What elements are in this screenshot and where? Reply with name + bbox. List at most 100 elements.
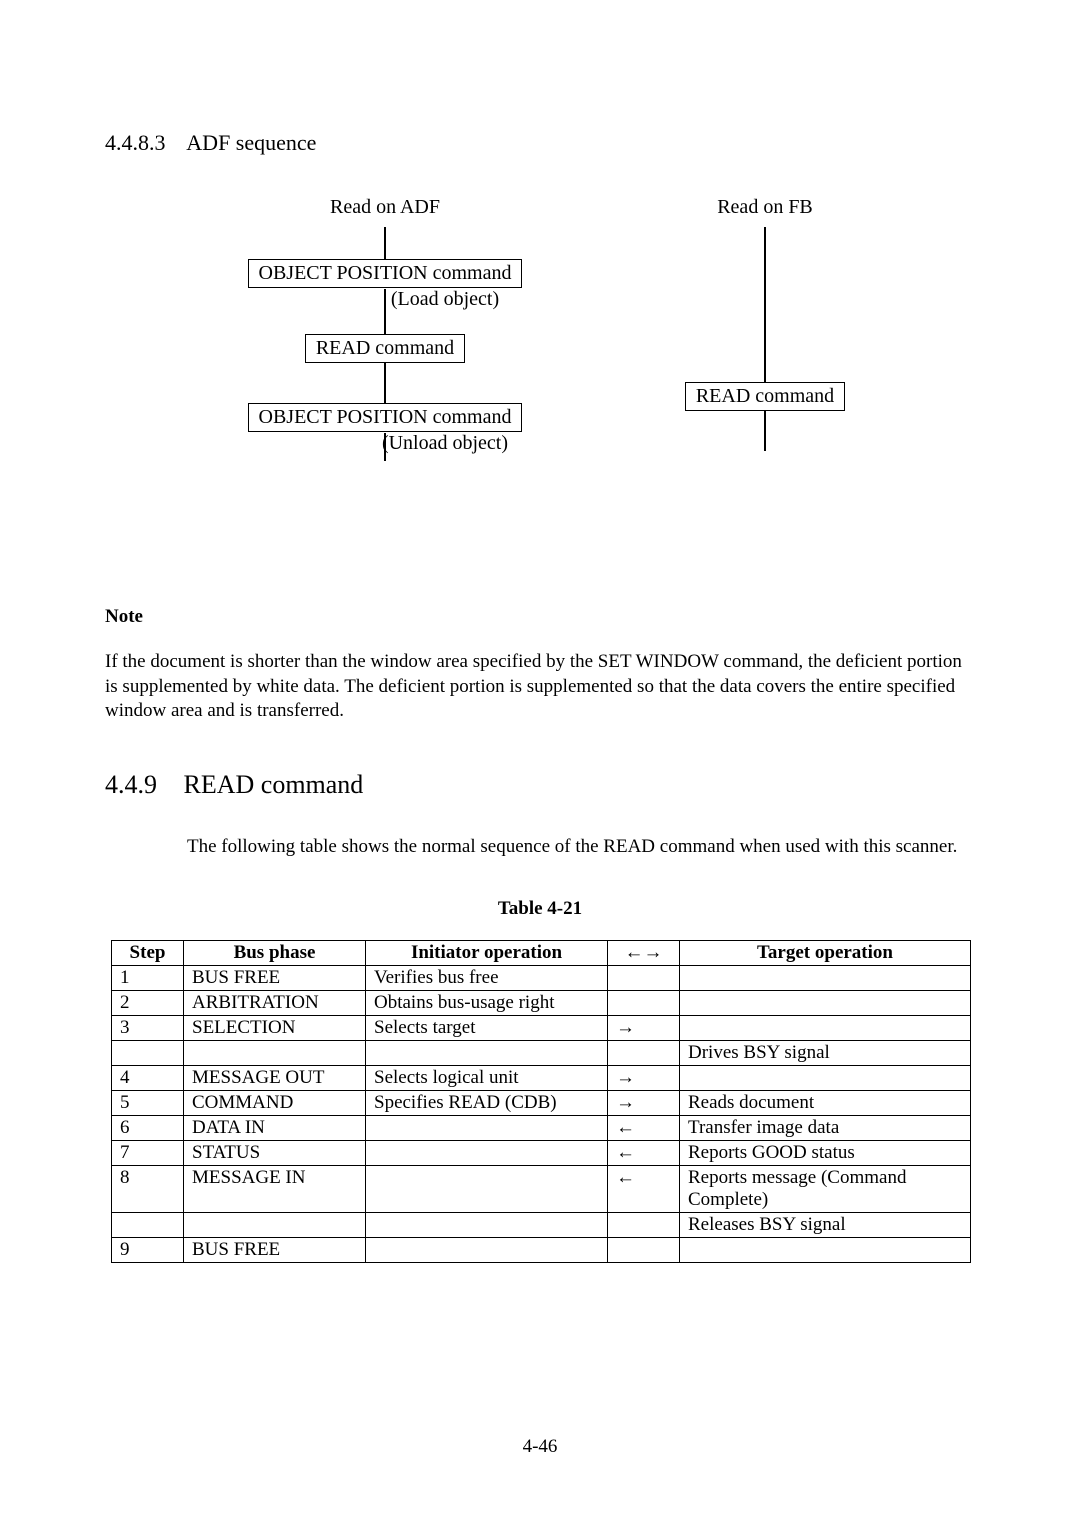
cell-step: 8 — [112, 1166, 184, 1213]
cell-phase — [184, 1213, 366, 1238]
table-row: 1 BUS FREE Verifies bus free — [112, 966, 971, 991]
cell-direction: → — [608, 1091, 680, 1116]
cell-direction — [608, 1041, 680, 1066]
flow-box-read-adf: READ command — [305, 334, 465, 363]
flow-aside-load: (Load object) — [345, 288, 545, 311]
connector — [384, 227, 386, 259]
cell-step: 6 — [112, 1116, 184, 1141]
table-row: 3 SELECTION Selects target → — [112, 1016, 971, 1041]
cell-initiator — [366, 1141, 608, 1166]
cell-target: Reports message (Command Complete) — [680, 1166, 971, 1213]
th-step: Step — [112, 941, 184, 966]
flow-label-fb: Read on FB — [655, 196, 875, 219]
table-row: 7 STATUS ← Reports GOOD status — [112, 1141, 971, 1166]
cell-initiator — [366, 1041, 608, 1066]
intro-text: The following table shows the normal seq… — [187, 836, 975, 858]
note-heading: Note — [105, 606, 975, 628]
cell-initiator — [366, 1116, 608, 1141]
cell-initiator: Selects target — [366, 1016, 608, 1041]
cell-target: Transfer image data — [680, 1116, 971, 1141]
heading-number: 4.4.8.3 — [105, 130, 166, 155]
cell-step: 3 — [112, 1016, 184, 1041]
table-row: 8 MESSAGE IN ← Reports message (Command … — [112, 1166, 971, 1213]
cell-initiator — [366, 1166, 608, 1213]
connector — [384, 363, 386, 403]
table-row: 9 BUS FREE — [112, 1238, 971, 1263]
connector — [764, 411, 766, 451]
flow-diagram: Read on ADF OBJECT POSITION command (Loa… — [175, 196, 905, 566]
cell-target — [680, 991, 971, 1016]
read-command-table: Step Bus phase Initiator operation ←→ Ta… — [111, 940, 971, 1263]
cell-target — [680, 1238, 971, 1263]
table-row: 5 COMMAND Specifies READ (CDB) → Reads d… — [112, 1091, 971, 1116]
cell-target: Reads document — [680, 1091, 971, 1116]
cell-target: Drives BSY signal — [680, 1041, 971, 1066]
cell-initiator — [366, 1238, 608, 1263]
flow-col-fb: Read on FB READ command — [655, 196, 875, 451]
cell-step: 9 — [112, 1238, 184, 1263]
cell-step: 4 — [112, 1066, 184, 1091]
note-body: If the document is shorter than the wind… — [105, 650, 975, 724]
cell-phase: SELECTION — [184, 1016, 366, 1041]
cell-target — [680, 1016, 971, 1041]
cell-initiator: Verifies bus free — [366, 966, 608, 991]
cell-step — [112, 1041, 184, 1066]
cell-phase: STATUS — [184, 1141, 366, 1166]
cell-direction: ← — [608, 1116, 680, 1141]
table-row: Releases BSY signal — [112, 1213, 971, 1238]
cell-direction — [608, 991, 680, 1016]
cell-step: 5 — [112, 1091, 184, 1116]
cell-target — [680, 1066, 971, 1091]
flow-box-object-position-unload: OBJECT POSITION command — [248, 403, 523, 432]
heading-title: READ command — [184, 770, 364, 799]
page: 4.4.8.3 ADF sequence Read on ADF OBJECT … — [0, 0, 1080, 1528]
cell-phase: ARBITRATION — [184, 991, 366, 1016]
cell-direction: → — [608, 1016, 680, 1041]
cell-phase: COMMAND — [184, 1091, 366, 1116]
cell-phase: DATA IN — [184, 1116, 366, 1141]
flow-col-adf: Read on ADF OBJECT POSITION command (Loa… — [225, 196, 545, 461]
cell-direction — [608, 966, 680, 991]
cell-direction: → — [608, 1066, 680, 1091]
flow-aside-unload: (Unload object) — [345, 432, 545, 455]
cell-initiator: Selects logical unit — [366, 1066, 608, 1091]
table-caption: Table 4-21 — [105, 898, 975, 920]
table-row: Drives BSY signal — [112, 1041, 971, 1066]
th-initiator: Initiator operation — [366, 941, 608, 966]
table-row: 4 MESSAGE OUT Selects logical unit → — [112, 1066, 971, 1091]
connector — [764, 227, 766, 382]
page-number: 4-46 — [0, 1436, 1080, 1458]
cell-initiator — [366, 1213, 608, 1238]
cell-direction — [608, 1213, 680, 1238]
flow-box-read-fb: READ command — [685, 382, 845, 411]
cell-step: 7 — [112, 1141, 184, 1166]
heading-number: 4.4.9 — [105, 770, 177, 800]
cell-step — [112, 1213, 184, 1238]
cell-direction — [608, 1238, 680, 1263]
table-row: 6 DATA IN ← Transfer image data — [112, 1116, 971, 1141]
cell-direction: ← — [608, 1166, 680, 1213]
th-bus-phase: Bus phase — [184, 941, 366, 966]
flow-box-object-position-load: OBJECT POSITION command — [248, 259, 523, 288]
cell-target — [680, 966, 971, 991]
cell-phase: MESSAGE IN — [184, 1166, 366, 1213]
table-row: 2 ARBITRATION Obtains bus-usage right — [112, 991, 971, 1016]
flow-label-adf: Read on ADF — [225, 196, 545, 219]
cell-direction: ← — [608, 1141, 680, 1166]
cell-initiator: Obtains bus-usage right — [366, 991, 608, 1016]
cell-target: Reports GOOD status — [680, 1141, 971, 1166]
cell-target: Releases BSY signal — [680, 1213, 971, 1238]
th-direction: ←→ — [608, 941, 680, 966]
table-header-row: Step Bus phase Initiator operation ←→ Ta… — [112, 941, 971, 966]
connector — [384, 289, 386, 334]
heading-adf-sequence: 4.4.8.3 ADF sequence — [105, 130, 975, 156]
heading-title: ADF sequence — [186, 130, 316, 155]
th-target: Target operation — [680, 941, 971, 966]
cell-step: 2 — [112, 991, 184, 1016]
cell-phase — [184, 1041, 366, 1066]
cell-initiator: Specifies READ (CDB) — [366, 1091, 608, 1116]
cell-phase: MESSAGE OUT — [184, 1066, 366, 1091]
heading-read-command: 4.4.9 READ command — [105, 770, 975, 800]
cell-step: 1 — [112, 966, 184, 991]
cell-phase: BUS FREE — [184, 1238, 366, 1263]
